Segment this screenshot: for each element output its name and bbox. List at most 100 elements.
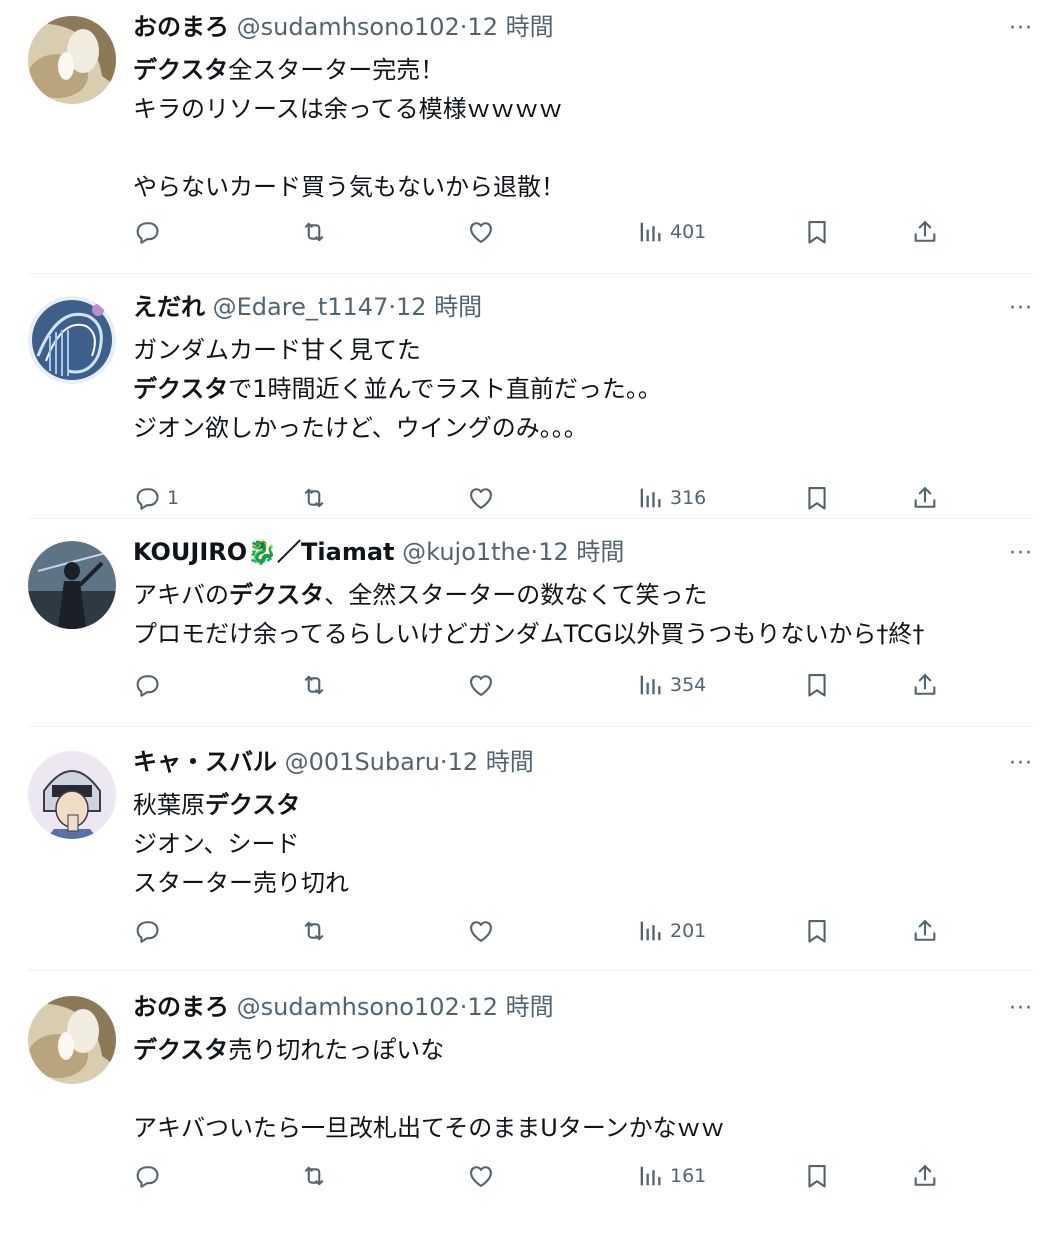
user-handle[interactable]: @001Subaru xyxy=(285,748,440,776)
retweet-button[interactable] xyxy=(300,480,328,516)
timestamp[interactable]: 12 時間 xyxy=(448,748,534,776)
like-button[interactable] xyxy=(467,667,495,703)
share-icon xyxy=(911,218,939,246)
highlighted-keyword: デクスタ xyxy=(133,1036,229,1064)
share-button[interactable] xyxy=(911,214,939,250)
timestamp[interactable]: 12 時間 xyxy=(538,538,624,566)
tweet-header: キャ・スバル @001Subaru·12 時間 xyxy=(133,747,534,777)
user-handle[interactable]: @Edare_t1147 xyxy=(213,293,389,321)
tweet-text-line: スターター売り切れ xyxy=(133,864,349,903)
retweet-button[interactable] xyxy=(300,1158,328,1194)
text-segment: 、全然スターターの数なくて笑った xyxy=(324,581,708,609)
timestamp[interactable]: 12 時間 xyxy=(467,993,553,1021)
tweet-text-line: キラのリソースは余ってる模様ｗｗｗｗ xyxy=(133,90,565,129)
display-name[interactable]: おのまろ xyxy=(133,993,229,1021)
reply-button[interactable] xyxy=(133,214,161,250)
user-handle[interactable]: @kujo1the xyxy=(402,538,530,566)
share-button[interactable] xyxy=(911,480,939,516)
views-button[interactable]: 401 xyxy=(636,214,706,250)
bookmark-button[interactable] xyxy=(803,667,831,703)
reply-button[interactable] xyxy=(133,1158,161,1194)
tweet[interactable]: キャ・スバル @001Subaru·12 時間 ··· 秋葉原デクスタ ジオン、シード… xyxy=(0,735,1061,1005)
avatar[interactable] xyxy=(28,16,116,104)
text-segment: アキバついたら一旦改札出てそのままUターンかなｗｗ xyxy=(133,1114,725,1142)
views-button[interactable]: 354 xyxy=(636,667,706,703)
more-icon[interactable]: ··· xyxy=(1009,543,1033,565)
bookmark-button[interactable] xyxy=(803,913,831,949)
tweet-text: デクスタ売り切れたっぽいな アキバついたら一旦改札出てそのままUターンかなｗｗ xyxy=(133,1031,725,1148)
reply-icon xyxy=(133,1162,161,1190)
reply-button[interactable]: 1 xyxy=(133,480,179,516)
views-icon xyxy=(636,1162,664,1190)
like-button[interactable] xyxy=(467,1158,495,1194)
views-count: 161 xyxy=(670,1165,707,1187)
views-button[interactable]: 201 xyxy=(636,913,706,949)
tweet-text-line: やらないカード買う気もないから退散！ xyxy=(133,168,565,207)
share-button[interactable] xyxy=(911,913,939,949)
tweet-header: おのまろ @sudamhsono102·12 時間 xyxy=(133,992,554,1022)
tweet-text: アキバのデクスタ、全然スターターの数なくて笑った プロモだけ余ってるらしいけどガン… xyxy=(133,576,924,654)
display-name[interactable]: キャ・スバル xyxy=(133,748,277,776)
tweet-divider xyxy=(28,970,1033,971)
tweet-actions: 161 xyxy=(0,1158,1061,1194)
views-count: 401 xyxy=(670,221,707,243)
user-handle[interactable]: @sudamhsono102 xyxy=(237,993,460,1021)
retweet-button[interactable] xyxy=(300,913,328,949)
share-icon xyxy=(911,484,939,512)
retweet-icon xyxy=(300,1162,328,1190)
tweet-text-line: デクスタ全スターター完売！ xyxy=(133,51,565,90)
like-button[interactable] xyxy=(467,480,495,516)
more-icon[interactable]: ··· xyxy=(1009,753,1033,775)
highlighted-keyword: デクスタ xyxy=(133,56,229,84)
avatar[interactable] xyxy=(28,751,116,839)
display-name[interactable]: おのまろ xyxy=(133,13,229,41)
text-segment: 秋葉原 xyxy=(133,791,205,819)
display-name[interactable]: えだれ xyxy=(133,293,205,321)
tweet-text-line xyxy=(133,129,565,168)
reply-button[interactable] xyxy=(133,913,161,949)
share-button[interactable] xyxy=(911,1158,939,1194)
bookmark-button[interactable] xyxy=(803,480,831,516)
tweet-divider xyxy=(28,518,1033,519)
bookmark-icon xyxy=(803,218,831,246)
separator-dot: · xyxy=(388,293,396,321)
more-icon[interactable]: ··· xyxy=(1009,18,1033,40)
tweet[interactable]: おのまろ @sudamhsono102·12 時間 ··· デクスタ全スターター完売… xyxy=(0,0,1061,270)
avatar[interactable] xyxy=(28,996,116,1084)
tweet-actions: 354 xyxy=(0,667,1061,703)
timestamp[interactable]: 12 時間 xyxy=(396,293,482,321)
tweet-divider xyxy=(28,273,1033,274)
share-icon xyxy=(911,917,939,945)
text-segment: 全スターター完売！ xyxy=(228,56,445,84)
highlighted-keyword: デクスタ xyxy=(205,791,301,819)
highlighted-keyword: デクスタ xyxy=(229,581,325,609)
share-icon xyxy=(911,671,939,699)
avatar[interactable] xyxy=(28,296,116,384)
reply-button[interactable] xyxy=(133,667,161,703)
user-handle[interactable]: @sudamhsono102 xyxy=(237,13,460,41)
timestamp[interactable]: 12 時間 xyxy=(467,13,553,41)
bookmark-button[interactable] xyxy=(803,1158,831,1194)
views-button[interactable]: 161 xyxy=(636,1158,706,1194)
heart-icon xyxy=(467,671,495,699)
like-button[interactable] xyxy=(467,214,495,250)
share-button[interactable] xyxy=(911,667,939,703)
like-button[interactable] xyxy=(467,913,495,949)
avatar[interactable] xyxy=(28,541,116,629)
views-button[interactable]: 316 xyxy=(636,480,706,516)
tweet[interactable]: おのまろ @sudamhsono102·12 時間 ··· デクスタ売り切れたっぽい… xyxy=(0,980,1061,1250)
display-name[interactable]: KOUJIRO🐉／Tiamat xyxy=(133,538,395,566)
more-icon[interactable]: ··· xyxy=(1009,298,1033,320)
text-segment: やらないカード買う気もないから退散！ xyxy=(133,173,565,201)
retweet-button[interactable] xyxy=(300,667,328,703)
separator-dot: · xyxy=(439,748,448,776)
tweet[interactable]: えだれ @Edare_t1147·12 時間 ··· ガンダムカード甘く見てた デクス… xyxy=(0,280,1061,550)
tweet-divider xyxy=(28,726,1033,727)
text-segment: アキバの xyxy=(133,581,229,609)
tweet-text-line: プロモだけ余ってるらしいけどガンダムTCG以外買うつもりないから†終† xyxy=(133,615,924,654)
bookmark-button[interactable] xyxy=(803,214,831,250)
more-icon[interactable]: ··· xyxy=(1009,998,1033,1020)
replies-count: 1 xyxy=(167,487,180,509)
retweet-button[interactable] xyxy=(300,214,328,250)
tweet-text-line: アキバのデクスタ、全然スターターの数なくて笑った xyxy=(133,576,924,615)
